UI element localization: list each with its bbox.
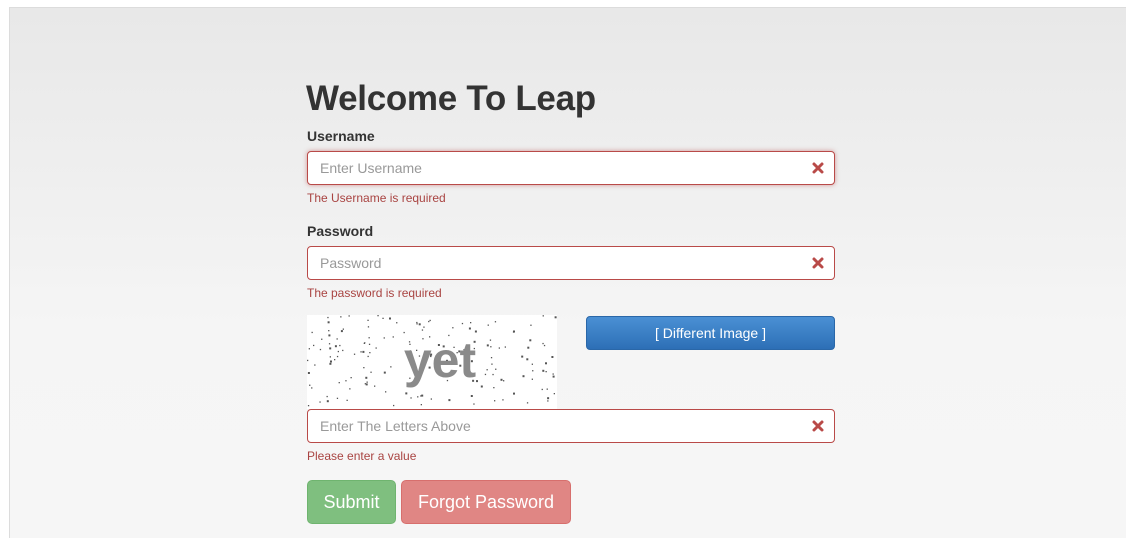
captcha-field-wrapper <box>307 409 835 443</box>
error-x-icon <box>812 162 824 174</box>
submit-button[interactable]: Submit <box>307 480 396 524</box>
username-input[interactable] <box>308 152 834 184</box>
forgot-password-button[interactable]: Forgot Password <box>401 480 571 524</box>
password-label: Password <box>307 223 374 239</box>
captcha-input[interactable] <box>308 410 834 442</box>
username-label: Username <box>307 128 375 144</box>
error-x-icon <box>812 420 824 432</box>
captcha-error-message: Please enter a value <box>307 449 417 463</box>
password-field-wrapper <box>307 246 835 280</box>
username-error-message: The Username is required <box>307 191 446 205</box>
different-image-button[interactable]: [ Different Image ] <box>586 316 835 350</box>
password-error-message: The password is required <box>307 286 442 300</box>
captcha-text: yet <box>404 332 477 388</box>
error-x-icon <box>812 257 824 269</box>
captcha-image: yet <box>307 315 557 409</box>
username-field-wrapper <box>307 151 835 185</box>
page-title: Welcome To Leap <box>306 79 596 118</box>
password-input[interactable] <box>308 247 834 279</box>
